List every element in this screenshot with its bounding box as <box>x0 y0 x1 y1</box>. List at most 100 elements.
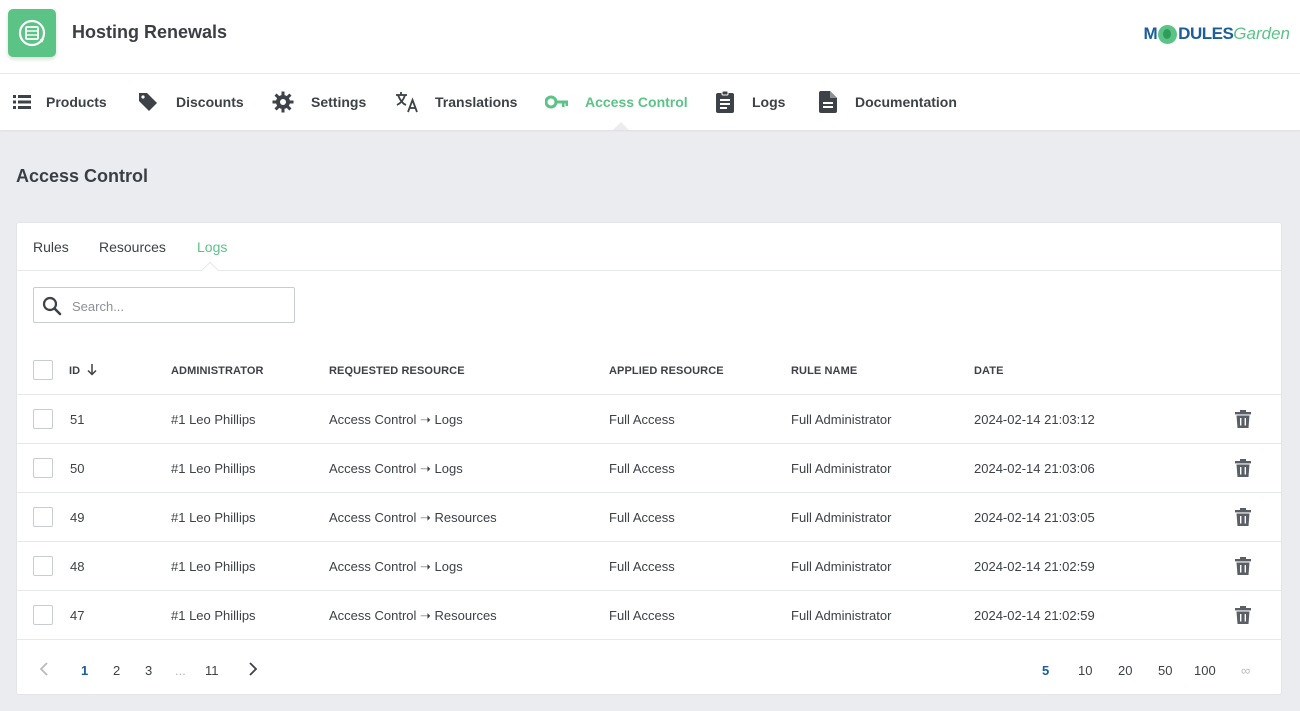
cell-requested-resource: Access Control ➝ Logs <box>329 461 463 476</box>
trash-icon[interactable] <box>1235 606 1251 629</box>
select-all-checkbox[interactable] <box>33 360 53 380</box>
key-icon <box>545 90 569 114</box>
column-header-requested-resource[interactable]: REQUESTED RESOURCE <box>329 365 465 377</box>
cell-date: 2024-02-14 21:03:12 <box>974 412 1095 427</box>
page-button-2[interactable]: 2 <box>113 663 120 678</box>
nav-item-products[interactable]: Products <box>10 74 107 130</box>
tab-resources[interactable]: Resources <box>99 239 166 255</box>
cell-id: 49 <box>70 510 85 525</box>
cell-applied-resource: Full Access <box>609 559 675 574</box>
app-title: Hosting Renewals <box>72 22 228 42</box>
modulesgarden-logo: M DULES Garden <box>1143 20 1290 48</box>
trash-icon[interactable] <box>1235 459 1251 482</box>
cell-applied-resource: Full Access <box>609 510 675 525</box>
document-icon <box>816 90 840 114</box>
tab-rules[interactable]: Rules <box>33 239 69 255</box>
cell-rule-name: Full Administrator <box>791 412 892 427</box>
page-size-all[interactable]: ∞ <box>1241 663 1250 678</box>
cell-administrator: #1 Leo Phillips <box>171 510 256 525</box>
column-header-rule-name[interactable]: RULE NAME <box>791 365 857 377</box>
pagination: 1 2 3 ... 11 5 10 20 50 100 ∞ <box>17 647 1281 695</box>
page-ellipsis: ... <box>175 663 186 678</box>
cell-rule-name: Full Administrator <box>791 510 892 525</box>
row-checkbox[interactable] <box>33 605 53 625</box>
nav-label-documentation: Documentation <box>855 94 957 110</box>
cell-rule-name: Full Administrator <box>791 461 892 476</box>
cell-administrator: #1 Leo Phillips <box>171 412 256 427</box>
cell-requested-resource: Access Control ➝ Resources <box>329 608 497 623</box>
row-checkbox[interactable] <box>33 556 53 576</box>
active-nav-indicator <box>613 122 629 130</box>
cell-id: 48 <box>70 559 85 574</box>
cell-rule-name: Full Administrator <box>791 608 892 623</box>
globe-icon <box>1158 24 1178 44</box>
table-row: 48 #1 Leo Phillips Access Control ➝ Logs… <box>17 542 1281 591</box>
logs-card: Rules Resources Logs ID ADMINISTRATOR RE… <box>16 222 1282 695</box>
nav-item-settings[interactable]: Settings <box>271 74 366 130</box>
cell-administrator: #1 Leo Phillips <box>171 461 256 476</box>
row-checkbox[interactable] <box>33 507 53 527</box>
cell-date: 2024-02-14 21:03:06 <box>974 461 1095 476</box>
cell-applied-resource: Full Access <box>609 608 675 623</box>
page-size-100[interactable]: 100 <box>1194 663 1216 678</box>
nav-item-translations[interactable]: Translations <box>395 74 517 130</box>
trash-icon[interactable] <box>1235 557 1251 580</box>
nav-item-logs[interactable]: Logs <box>713 74 785 130</box>
page-button-3[interactable]: 3 <box>145 663 152 678</box>
page-button-1[interactable]: 1 <box>81 663 88 678</box>
page-button-11[interactable]: 11 <box>205 663 219 678</box>
tab-logs[interactable]: Logs <box>197 239 227 255</box>
nav-item-discounts[interactable]: Discounts <box>136 74 244 130</box>
cell-requested-resource: Access Control ➝ Logs <box>329 412 463 427</box>
list-icon <box>10 90 34 114</box>
top-bar: Hosting Renewals M DULES Garden <box>0 0 1300 74</box>
cell-date: 2024-02-14 21:02:59 <box>974 559 1095 574</box>
page-size-50[interactable]: 50 <box>1158 663 1172 678</box>
nav-label-access-control: Access Control <box>585 94 688 110</box>
brand-text-garden: Garden <box>1233 24 1290 43</box>
page-size-5[interactable]: 5 <box>1042 663 1049 678</box>
renewal-server-icon <box>18 19 46 47</box>
page-size-10[interactable]: 10 <box>1078 663 1092 678</box>
gear-icon <box>271 90 295 114</box>
brand-text-dules: DULES <box>1178 24 1234 43</box>
clipboard-icon <box>713 90 737 114</box>
cell-applied-resource: Full Access <box>609 461 675 476</box>
table-row: 47 #1 Leo Phillips Access Control ➝ Reso… <box>17 591 1281 640</box>
sort-arrow-down-icon[interactable] <box>87 363 97 381</box>
nav-label-translations: Translations <box>435 94 518 110</box>
page-title: Access Control <box>16 166 149 186</box>
row-checkbox[interactable] <box>33 409 53 429</box>
nav-label-discounts: Discounts <box>176 94 244 110</box>
main-nav: Products Discounts Settings Translations… <box>0 74 1300 130</box>
search-box <box>33 287 295 323</box>
translate-icon <box>395 90 419 114</box>
trash-icon[interactable] <box>1235 508 1251 531</box>
cell-rule-name: Full Administrator <box>791 559 892 574</box>
active-tab-indicator <box>201 261 219 279</box>
cell-administrator: #1 Leo Phillips <box>171 608 256 623</box>
column-header-administrator[interactable]: ADMINISTRATOR <box>171 365 264 377</box>
cell-applied-resource: Full Access <box>609 412 675 427</box>
trash-icon[interactable] <box>1235 410 1251 433</box>
column-header-id[interactable]: ID <box>69 365 80 377</box>
row-checkbox[interactable] <box>33 458 53 478</box>
cell-date: 2024-02-14 21:02:59 <box>974 608 1095 623</box>
brand-text-m: M <box>1143 24 1158 43</box>
table-row: 50 #1 Leo Phillips Access Control ➝ Logs… <box>17 444 1281 493</box>
tag-icon <box>136 90 160 114</box>
prev-page-icon[interactable] <box>39 662 49 681</box>
next-page-icon[interactable] <box>248 662 258 681</box>
app-logo[interactable] <box>8 9 56 57</box>
cell-administrator: #1 Leo Phillips <box>171 559 256 574</box>
search-input[interactable] <box>72 296 282 316</box>
column-header-date[interactable]: DATE <box>974 365 1004 377</box>
nav-label-products: Products <box>46 94 107 110</box>
nav-item-documentation[interactable]: Documentation <box>816 74 957 130</box>
column-header-applied-resource[interactable]: APPLIED RESOURCE <box>609 365 724 377</box>
cell-id: 51 <box>70 412 85 427</box>
page-size-20[interactable]: 20 <box>1118 663 1132 678</box>
cell-requested-resource: Access Control ➝ Resources <box>329 510 497 525</box>
cell-id: 47 <box>70 608 85 623</box>
cell-date: 2024-02-14 21:03:05 <box>974 510 1095 525</box>
